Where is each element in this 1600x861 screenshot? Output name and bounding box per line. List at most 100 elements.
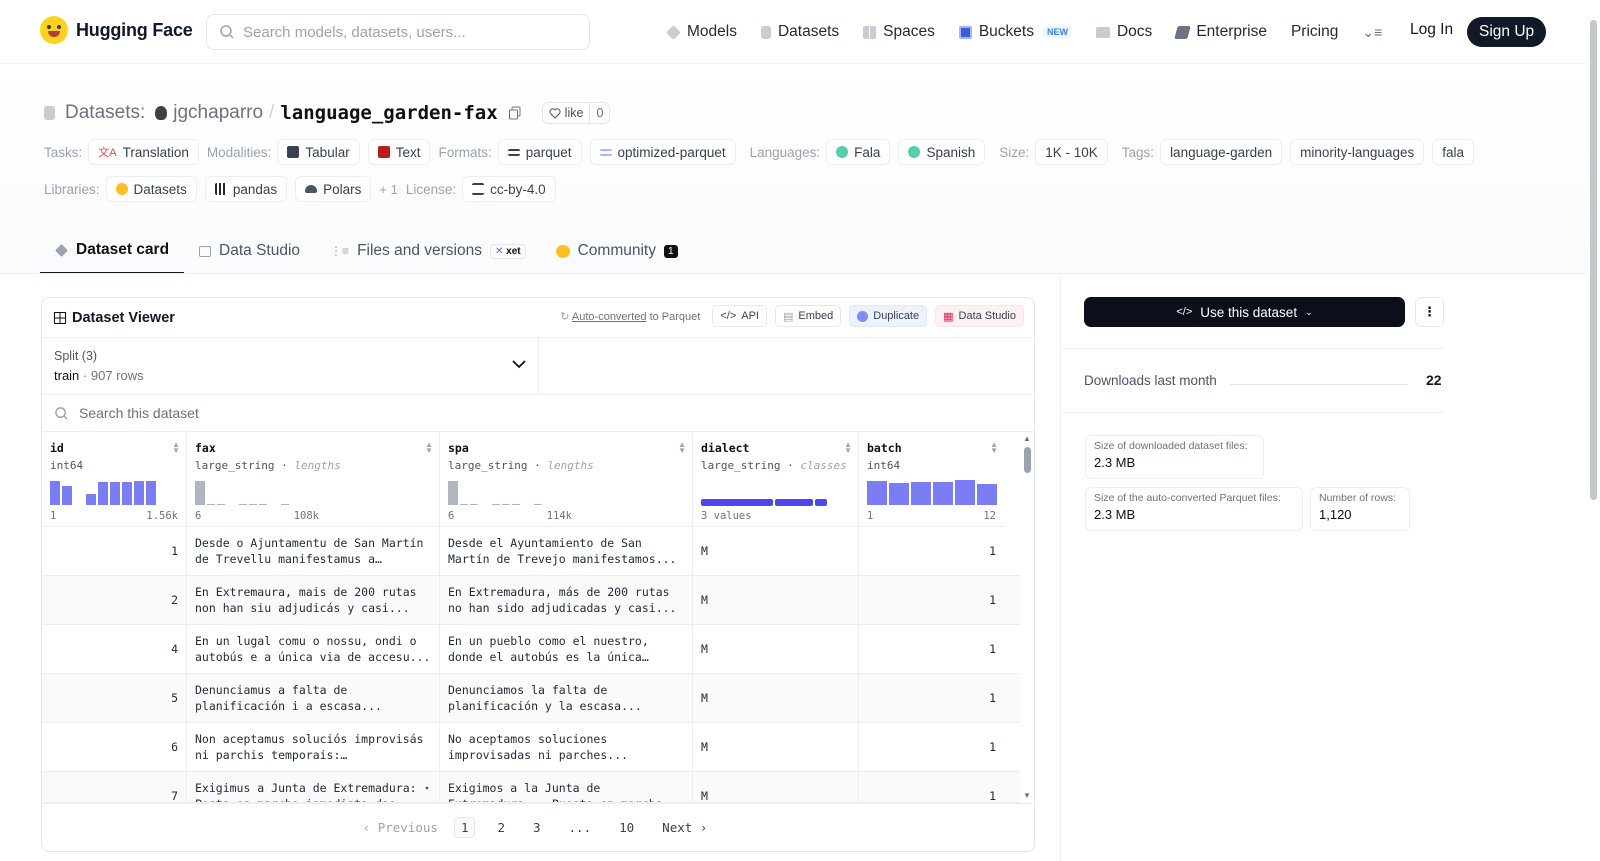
data-studio-button[interactable]: ▦ Data Studio [935, 305, 1024, 327]
scroll-up-icon[interactable]: ▲ [1023, 434, 1031, 443]
tag-polars[interactable]: Polars [295, 176, 372, 202]
cell-fax[interactable]: En Extremaura, mais de 200 rutas non han… [187, 576, 440, 625]
cell-fax[interactable]: Exigimus a Junta de Extremadura: ⋆ Posta… [187, 772, 440, 802]
cell-dialect[interactable]: M [693, 772, 859, 802]
cell-fax[interactable]: En un lugal comu o nossu, ondi o autobús… [187, 625, 440, 674]
split-selector[interactable]: Split (3) train · 907 rows [42, 338, 539, 394]
auto-converted-link[interactable]: Auto-converted [572, 311, 647, 323]
tag-parquet[interactable]: parquet [497, 139, 582, 165]
tab-data-studio[interactable]: Data Studio [184, 228, 315, 274]
cell-id[interactable]: 2 [42, 576, 187, 625]
signup-button[interactable]: Sign Up [1467, 17, 1547, 47]
column-header-batch[interactable]: batch int64 ▲ ▼ 1 12 [859, 433, 1004, 527]
global-search[interactable] [206, 14, 590, 50]
api-button[interactable]: </> API [712, 305, 767, 327]
page-scrollbar[interactable] [1586, 0, 1600, 861]
dataset-search-input[interactable] [79, 405, 479, 421]
table-row[interactable]: 4 En un lugal comu o nossu, ondi o autob… [42, 625, 1020, 674]
cell-dialect[interactable]: M [693, 674, 859, 723]
more-libraries[interactable]: + 1 [379, 182, 397, 197]
duplicate-button[interactable]: Duplicate [849, 305, 928, 327]
cell-id[interactable]: 4 [42, 625, 187, 674]
embed-button[interactable]: ▤ Embed [774, 305, 842, 327]
tag-language-garden[interactable]: language-garden [1160, 139, 1283, 165]
cell-id[interactable]: 1 [42, 527, 187, 576]
scroll-down-icon[interactable]: ▼ [1023, 791, 1031, 800]
page-1-button[interactable]: 1 [453, 817, 476, 838]
repo-name[interactable]: language_garden-fax [280, 102, 497, 124]
more-options-button[interactable]: ⋮ [1415, 297, 1444, 327]
nav-models[interactable]: Models [666, 20, 737, 44]
tag-optimized-parquet[interactable]: optimized-parquet [589, 139, 736, 165]
sort-icon[interactable]: ▲ ▼ [678, 441, 686, 455]
repo-owner[interactable]: jgchaparro [173, 102, 263, 124]
column-header-spa[interactable]: spa large_string · lengths ▲ ▼ 6 114k [440, 433, 693, 527]
cell-batch[interactable]: 1 [859, 527, 1004, 576]
cell-batch[interactable]: 1 [859, 576, 1004, 625]
global-search-input[interactable] [243, 23, 563, 41]
cell-fax[interactable]: Desde o Ajuntamentu de San Martín de Tre… [187, 527, 440, 576]
nav-buckets[interactable]: Buckets NEW [958, 20, 1072, 44]
page-2-button[interactable]: 2 [491, 818, 511, 837]
page-3-button[interactable]: 3 [527, 818, 547, 837]
use-this-dataset-button[interactable]: </> Use this dataset ⌄ [1084, 297, 1405, 327]
cell-spa[interactable]: Desde el Ayuntamiento de San Martín de T… [440, 527, 693, 576]
table-row[interactable]: 5 Denunciamus a falta de planificación i… [42, 674, 1020, 723]
tab-files-and-versions[interactable]: ⋮≡ Files and versions ✕ xet [315, 228, 541, 274]
nav-enterprise[interactable]: Enterprise [1174, 20, 1267, 44]
tag-fala-tag[interactable]: fala [1432, 139, 1474, 165]
cell-batch[interactable]: 1 [859, 723, 1004, 772]
next-page-button[interactable]: Next › [656, 818, 713, 837]
dataset-search[interactable] [42, 395, 1034, 432]
cell-batch[interactable]: 1 [859, 625, 1004, 674]
tag-license[interactable]: cc-by-4.0 [462, 176, 556, 202]
nav-datasets[interactable]: Datasets [760, 20, 839, 44]
cell-spa[interactable]: Denunciamos la falta de planificación y … [440, 674, 693, 723]
table-row[interactable]: 6 Non aceptamus soluciós improvisás ni p… [42, 723, 1020, 772]
cell-id[interactable]: 7 [42, 772, 187, 802]
column-header-fax[interactable]: fax large_string · lengths ▲ ▼ 6 108k [187, 433, 440, 527]
cell-spa[interactable]: Exigimos a la Junta de Extremadura: ⋆ Pu… [440, 772, 693, 802]
tag-spanish[interactable]: Spanish [898, 139, 986, 165]
tag-fala[interactable]: Fala [826, 139, 891, 165]
cell-dialect[interactable]: M [693, 527, 859, 576]
tag-text[interactable]: Text [367, 139, 431, 165]
sort-icon[interactable]: ▲ ▼ [172, 441, 180, 455]
cell-id[interactable]: 5 [42, 674, 187, 723]
cell-batch[interactable]: 1 [859, 772, 1004, 802]
page-scrollbar-thumb[interactable] [1590, 20, 1597, 500]
tab-community[interactable]: Community 1 [541, 228, 693, 274]
cell-fax[interactable]: Denunciamus a falta de planificación i a… [187, 674, 440, 723]
table-row[interactable]: 1 Desde o Ajuntamentu de San Martín de T… [42, 527, 1020, 576]
table-row[interactable]: 2 En Extremaura, mais de 200 rutas non h… [42, 576, 1020, 625]
table-scrollbar-thumb[interactable] [1024, 447, 1031, 473]
like-button[interactable]: like 0 [541, 102, 611, 124]
cell-spa[interactable]: En un pueblo como el nuestro, donde el a… [440, 625, 693, 674]
login-link[interactable]: Log In [1410, 21, 1453, 39]
tag-size[interactable]: 1K - 10K [1035, 139, 1108, 165]
page-10-button[interactable]: 10 [613, 818, 640, 837]
tag-minority-languages[interactable]: minority-languages [1290, 139, 1425, 165]
tag-datasets-lib[interactable]: Datasets [105, 176, 197, 202]
copy-icon[interactable] [508, 106, 522, 120]
cell-fax[interactable]: Non aceptamus soluciós improvisás ni par… [187, 723, 440, 772]
cell-spa[interactable]: En Extremadura, más de 200 rutas no han … [440, 576, 693, 625]
tag-tabular[interactable]: Tabular [277, 139, 360, 165]
nav-docs[interactable]: Docs [1095, 20, 1152, 44]
home-logo[interactable]: Hugging Face [40, 16, 193, 44]
cell-dialect[interactable]: M [693, 723, 859, 772]
nav-spaces[interactable]: Spaces [863, 20, 935, 44]
cell-batch[interactable]: 1 [859, 674, 1004, 723]
table-row[interactable]: 7 Exigimus a Junta de Extremadura: ⋆ Pos… [42, 772, 1020, 803]
tag-pandas[interactable]: pandas [204, 176, 288, 202]
tag-translation[interactable]: 文A Translation [88, 139, 199, 165]
cell-dialect[interactable]: M [693, 625, 859, 674]
table-scrollbar[interactable]: ▲ ▼ [1019, 433, 1034, 803]
cell-dialect[interactable]: M [693, 576, 859, 625]
sort-icon[interactable]: ▲ ▼ [425, 441, 433, 455]
column-header-dialect[interactable]: dialect large_string · classes ▲ ▼ 3 valu… [693, 433, 859, 527]
previous-page-button[interactable]: ‹ Previous [363, 820, 438, 835]
sort-icon[interactable]: ▲ ▼ [844, 441, 852, 455]
more-menu-icon[interactable]: ⌄≡ [1362, 24, 1382, 41]
column-header-id[interactable]: id int64 ▲ ▼ 1 1.56k [42, 433, 187, 527]
